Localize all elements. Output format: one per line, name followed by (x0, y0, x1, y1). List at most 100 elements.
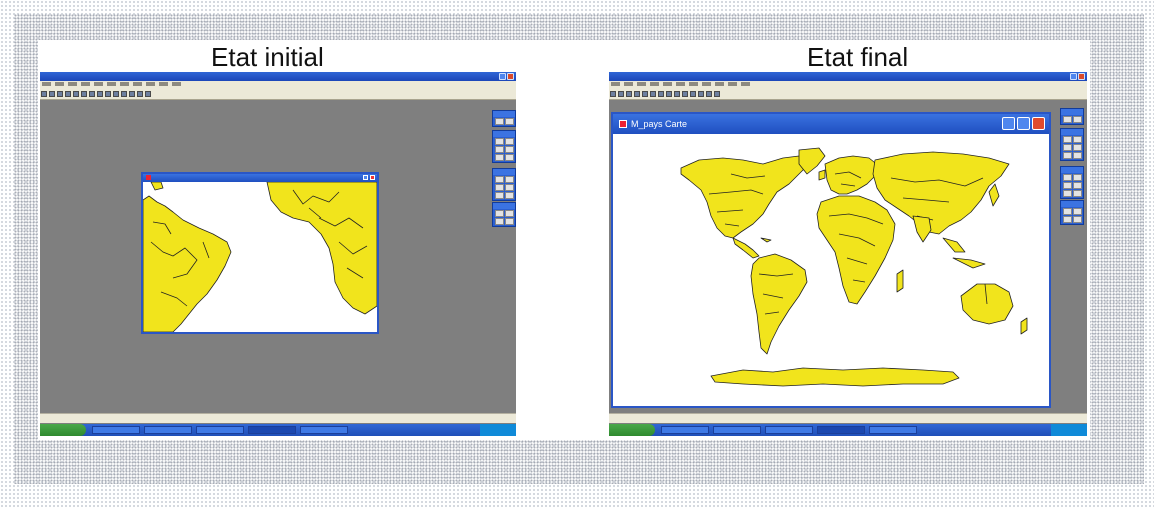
taskbar-item[interactable] (92, 426, 140, 434)
toolbar-button[interactable] (674, 91, 680, 97)
toolbar-button[interactable] (698, 91, 704, 97)
map-window-titlebar[interactable] (143, 174, 377, 182)
maximize-icon[interactable] (499, 73, 506, 80)
taskbar-item[interactable] (144, 426, 192, 434)
map-window-final[interactable]: M_pays Carte (611, 112, 1051, 408)
tool-button[interactable] (1063, 182, 1072, 189)
tool-button[interactable] (505, 154, 514, 161)
menu-item[interactable] (689, 82, 698, 86)
toolbar-button[interactable] (642, 91, 648, 97)
toolbar-button[interactable] (57, 91, 63, 97)
menu-item[interactable] (715, 82, 724, 86)
tool-button[interactable] (1073, 136, 1082, 143)
toolbar-button[interactable] (706, 91, 712, 97)
toolbar-button[interactable] (105, 91, 111, 97)
map-window-initial[interactable] (141, 172, 379, 334)
tool-button[interactable] (1063, 152, 1072, 159)
menu-item[interactable] (94, 82, 103, 86)
tool-button[interactable] (1073, 216, 1082, 223)
menu-item[interactable] (702, 82, 711, 86)
tool-button[interactable] (1063, 116, 1072, 123)
start-button[interactable] (609, 424, 655, 436)
tool-button[interactable] (1063, 144, 1072, 151)
tool-button[interactable] (505, 118, 514, 125)
tool-button[interactable] (1073, 174, 1082, 181)
toolbar-button[interactable] (610, 91, 616, 97)
menu-item[interactable] (107, 82, 116, 86)
close-icon[interactable] (1032, 117, 1045, 130)
tool-button[interactable] (1063, 216, 1072, 223)
tool-button[interactable] (1063, 190, 1072, 197)
menu-item[interactable] (159, 82, 168, 86)
tool-button[interactable] (1063, 174, 1072, 181)
tool-button[interactable] (495, 154, 504, 161)
tool-button[interactable] (1073, 116, 1082, 123)
taskbar-item[interactable] (713, 426, 761, 434)
menu-item[interactable] (741, 82, 750, 86)
tool-button[interactable] (505, 146, 514, 153)
tool-button[interactable] (505, 210, 514, 217)
toolbar-button[interactable] (690, 91, 696, 97)
map-window-titlebar[interactable]: M_pays Carte (613, 114, 1049, 134)
taskbar-item[interactable] (817, 426, 865, 434)
start-button[interactable] (40, 424, 86, 436)
toolbar-button[interactable] (73, 91, 79, 97)
tool-button[interactable] (495, 118, 504, 125)
toolbar-button[interactable] (89, 91, 95, 97)
minimize-icon[interactable] (1002, 117, 1015, 130)
tool-button[interactable] (495, 184, 504, 191)
tool-button[interactable] (495, 192, 504, 199)
tool-button[interactable] (505, 176, 514, 183)
taskbar-item[interactable] (869, 426, 917, 434)
close-icon[interactable] (507, 73, 514, 80)
tool-button[interactable] (505, 218, 514, 225)
maximize-icon[interactable] (1070, 73, 1077, 80)
menu-item[interactable] (68, 82, 77, 86)
menu-item[interactable] (663, 82, 672, 86)
menu-item[interactable] (676, 82, 685, 86)
menu-item[interactable] (146, 82, 155, 86)
tool-button[interactable] (505, 192, 514, 199)
tool-button[interactable] (1063, 208, 1072, 215)
menu-item[interactable] (55, 82, 64, 86)
toolbar-button[interactable] (626, 91, 632, 97)
toolbar-button[interactable] (121, 91, 127, 97)
toolbar-button[interactable] (113, 91, 119, 97)
toolbar-button[interactable] (137, 91, 143, 97)
toolbar-button[interactable] (41, 91, 47, 97)
toolbar-button[interactable] (658, 91, 664, 97)
tool-button[interactable] (505, 184, 514, 191)
menu-item[interactable] (133, 82, 142, 86)
menu-item[interactable] (42, 82, 51, 86)
menu-item[interactable] (81, 82, 90, 86)
toolbar-button[interactable] (650, 91, 656, 97)
taskbar-item[interactable] (661, 426, 709, 434)
tool-button[interactable] (1073, 152, 1082, 159)
taskbar-item[interactable] (300, 426, 348, 434)
maximize-icon[interactable] (1017, 117, 1030, 130)
close-icon[interactable] (1078, 73, 1085, 80)
toolbar-button[interactable] (682, 91, 688, 97)
tool-button[interactable] (495, 176, 504, 183)
taskbar-item[interactable] (765, 426, 813, 434)
toolbar-button[interactable] (618, 91, 624, 97)
toolbar-button[interactable] (145, 91, 151, 97)
toolbar-button[interactable] (65, 91, 71, 97)
tool-button[interactable] (1073, 182, 1082, 189)
close-icon[interactable] (370, 175, 375, 180)
toolbar-button[interactable] (129, 91, 135, 97)
tool-button[interactable] (495, 146, 504, 153)
menu-item[interactable] (650, 82, 659, 86)
tool-button[interactable] (495, 218, 504, 225)
menu-item[interactable] (120, 82, 129, 86)
maximize-icon[interactable] (363, 175, 368, 180)
taskbar-item[interactable] (248, 426, 296, 434)
toolbar-button[interactable] (97, 91, 103, 97)
menu-item[interactable] (637, 82, 646, 86)
tool-button[interactable] (495, 138, 504, 145)
menu-item[interactable] (611, 82, 620, 86)
toolbar-button[interactable] (714, 91, 720, 97)
tool-button[interactable] (1073, 208, 1082, 215)
tool-button[interactable] (505, 138, 514, 145)
toolbar-button[interactable] (49, 91, 55, 97)
